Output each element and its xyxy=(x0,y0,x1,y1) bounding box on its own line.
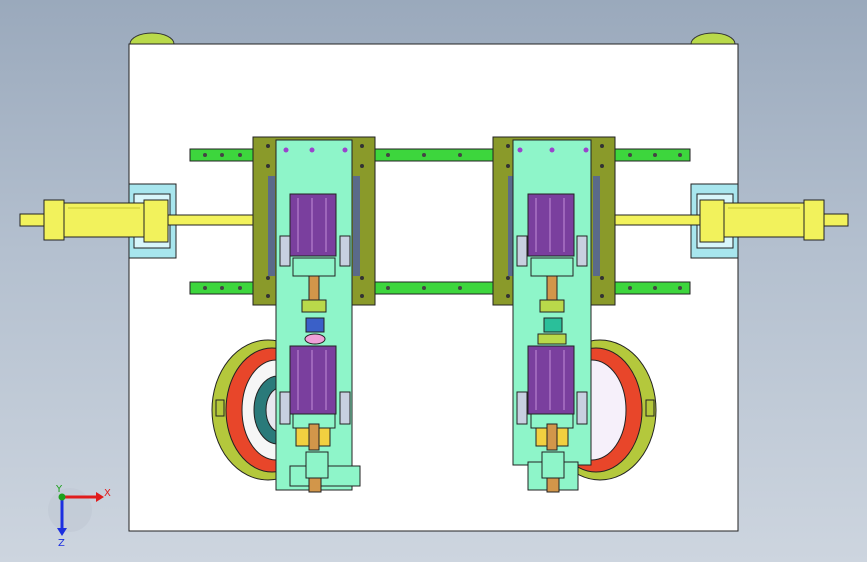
z-axis-label: Z xyxy=(58,538,65,549)
orientation-triad: X Y Z xyxy=(48,484,111,549)
cad-model-viewport[interactable]: X Y Z xyxy=(0,0,867,562)
x-axis-label: X xyxy=(104,488,111,499)
y-axis-label: Y xyxy=(55,484,63,495)
